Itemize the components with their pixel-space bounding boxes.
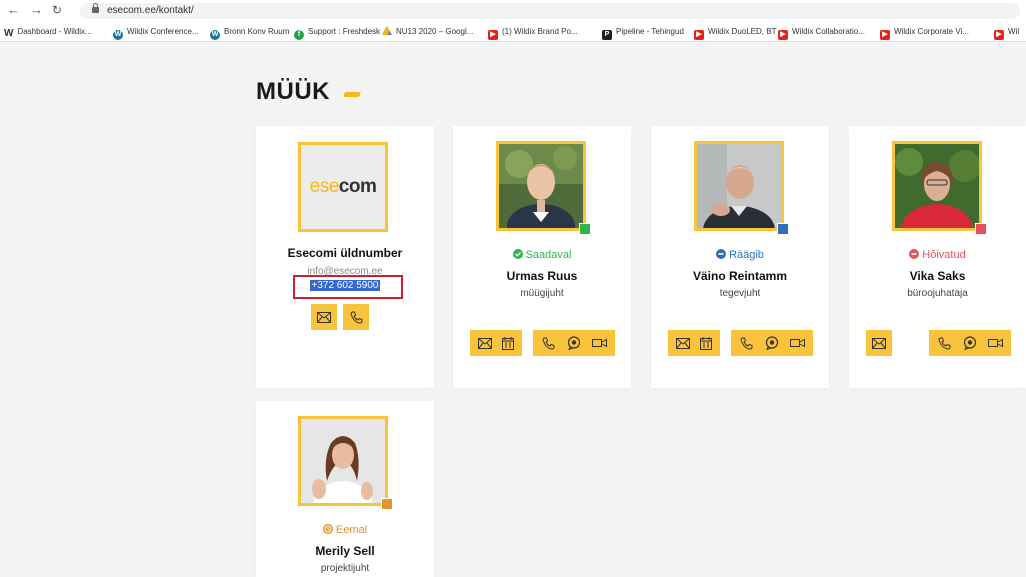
clock-icon (322, 524, 333, 534)
status-label: Eemal (256, 524, 434, 536)
contact-name: Väino Reintamm (692, 269, 788, 283)
bookmark-item[interactable]: P Pipeline - Tehingud (602, 25, 684, 40)
email-button[interactable] (311, 304, 337, 330)
chat-icon[interactable] (565, 334, 583, 352)
avatar (892, 141, 982, 231)
call-button-group (533, 330, 615, 356)
contact-role: tegevjuht (719, 288, 761, 299)
url-text: esecom.ee/kontakt/ (107, 5, 194, 16)
bookmarks-bar: W Dashboard - Wildix... W Wildix Conferenc… (0, 22, 1026, 42)
message-button-group (866, 330, 892, 356)
envelope-icon[interactable] (870, 334, 888, 352)
youtube-icon: ▶ (994, 30, 1004, 40)
video-icon[interactable] (788, 334, 806, 352)
contact-card-general: esecom Esecomi üldnumber info@esecom.ee … (256, 126, 434, 388)
wildix-w-icon: W (4, 28, 14, 39)
title-accent-dash (343, 92, 361, 97)
video-icon[interactable] (590, 334, 608, 352)
message-button-group (470, 330, 522, 356)
video-icon[interactable] (986, 334, 1004, 352)
presence-dot (579, 223, 591, 235)
contact-name: Merily Sell (315, 544, 375, 558)
youtube-icon: ▶ (778, 30, 788, 40)
call-button[interactable] (343, 304, 369, 330)
youtube-icon: ▶ (880, 30, 890, 40)
presence-dot (381, 498, 393, 510)
contact-card: Räägib Väino Reintamm tegevjuht (651, 126, 829, 388)
esecom-logo: esecom (298, 142, 388, 232)
lock-icon (92, 3, 99, 13)
contact-card: Eemal Merily Sell projektijuht (256, 401, 434, 577)
google-drive-icon (382, 26, 392, 35)
bookmark-item[interactable]: ▶ (1) Wildix Brand Po... (488, 25, 578, 40)
pipedrive-icon: P (602, 30, 612, 40)
red-highlight-box (293, 275, 403, 299)
status-label: Saadaval (453, 249, 631, 261)
envelope-icon (315, 308, 333, 326)
status-label: Räägib (651, 249, 829, 261)
bookmark-item[interactable]: W Wildix Conference... (113, 25, 199, 40)
youtube-icon: ▶ (488, 30, 498, 40)
wordpress-icon: W (210, 30, 220, 40)
phone-icon[interactable] (936, 334, 954, 352)
contact-card: Hõivatud Vika Saks büroojuhataja (849, 126, 1026, 388)
contact-card: Saadaval Urmas Ruus müügijuht (453, 126, 631, 388)
contact-name: Urmas Ruus (506, 269, 578, 283)
bookmark-item[interactable]: NU13 2020 – Googl... (382, 25, 473, 38)
avatar (694, 141, 784, 231)
check-circle-icon (512, 249, 523, 259)
contact-name: Vika Saks (909, 269, 966, 283)
youtube-icon: ▶ (694, 30, 704, 40)
contact-role: projektijuht (320, 563, 370, 574)
bookmark-item[interactable]: W Dashboard - Wildix... (4, 25, 92, 39)
call-button-group (731, 330, 813, 356)
bookmark-item[interactable]: W Bronn Konv Ruum (210, 25, 289, 40)
reload-icon[interactable]: ↻ (52, 3, 62, 17)
bookmark-item[interactable]: ▶ Wildix Collaboratio... (778, 25, 865, 40)
back-arrow-icon[interactable]: ← (7, 3, 20, 17)
bookmark-item[interactable]: ▶ Wildix DuoLED, BT (694, 25, 776, 40)
call-button-group (929, 330, 1011, 356)
contact-role: müügijuht (520, 288, 564, 299)
page-title: MÜÜK (256, 78, 330, 105)
envelope-icon[interactable] (476, 334, 494, 352)
phone-icon[interactable] (738, 334, 756, 352)
bookmark-item[interactable]: ▶ Wildix Corporate Vi... (880, 25, 969, 40)
minus-circle-icon (909, 249, 920, 259)
wordpress-icon: W (113, 30, 123, 40)
url-field[interactable]: esecom.ee/kontakt/ (80, 3, 1020, 19)
minus-circle-icon (716, 249, 727, 259)
presence-dot (777, 223, 789, 235)
bookmark-item[interactable]: f Support : Freshdesk (294, 25, 380, 40)
calendar-icon[interactable] (499, 334, 517, 352)
avatar (496, 141, 586, 231)
status-label: Hõivatud (849, 249, 1026, 261)
phone-icon[interactable] (540, 334, 558, 352)
envelope-icon[interactable] (674, 334, 692, 352)
chat-icon[interactable] (763, 334, 781, 352)
avatar (298, 416, 388, 506)
calendar-icon[interactable] (697, 334, 715, 352)
freshdesk-icon: f (294, 30, 304, 40)
presence-dot (975, 223, 987, 235)
forward-arrow-icon[interactable]: → (30, 3, 43, 17)
bookmark-item[interactable]: ▶ Wil (994, 25, 1019, 40)
chat-icon[interactable] (961, 334, 979, 352)
contact-name: Esecomi üldnumber (287, 246, 403, 260)
message-button-group (668, 330, 720, 356)
browser-address-bar-row: ← → ↻ esecom.ee/kontakt/ (0, 0, 1026, 22)
contact-role: büroojuhataja (907, 288, 968, 299)
phone-icon (347, 308, 365, 326)
